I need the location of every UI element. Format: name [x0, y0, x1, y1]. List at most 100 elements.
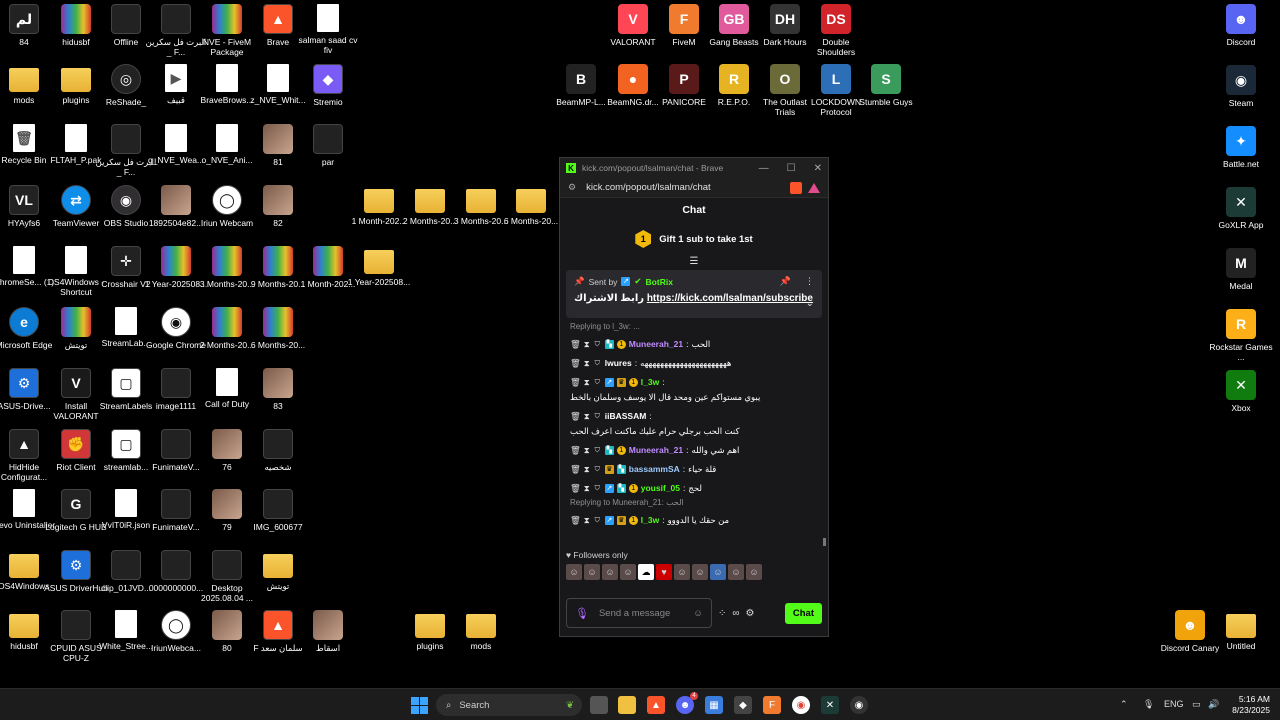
brave-rewards-icon[interactable]	[808, 182, 820, 193]
gear-icon[interactable]: ⚙	[746, 608, 755, 619]
chat-username[interactable]: l_3w	[641, 376, 659, 388]
desktop-icon[interactable]: 83	[250, 368, 306, 411]
timeout-icon[interactable]: ⧗	[584, 482, 590, 494]
chevron-down-icon[interactable]: ⌄	[806, 298, 814, 309]
chat-message[interactable]: 🗑 ⧗ ⛉ ↗ ▚ 1 yousif_05: لحج	[570, 482, 818, 494]
delete-icon[interactable]: 🗑	[570, 514, 581, 526]
timeout-icon[interactable]: ⧗	[584, 410, 590, 422]
app-icon[interactable]: ◆	[734, 696, 752, 714]
app-shortcut[interactable]: ☻ Discord	[1213, 4, 1269, 47]
unpin-icon[interactable]: 📌	[780, 276, 791, 287]
desktop-icon[interactable]: ▲ HidHide Configurat...	[0, 429, 52, 482]
chat-message[interactable]: 🗑 ⧗ ⛉ ↗ ♛ 1 l_3w: يبوي مستواكم عين ومحد قال الا…	[570, 376, 818, 403]
url-text[interactable]: kick.com/popout/lsalman/chat	[586, 182, 711, 193]
emote-icon[interactable]: ♥	[656, 564, 672, 580]
microphone-icon[interactable]: 🎙	[575, 607, 589, 620]
delete-icon[interactable]: 🗑	[570, 357, 581, 369]
desktop-icon[interactable]: 6 Months-20...	[250, 307, 306, 350]
delete-icon[interactable]: 🗑	[570, 338, 581, 350]
chat-input-placeholder[interactable]: Send a message	[599, 608, 683, 619]
close-button[interactable]: ✕	[814, 163, 822, 174]
send-chat-button[interactable]: Chat	[784, 602, 822, 624]
desktop-icon[interactable]: ◆ Stremio	[300, 64, 356, 107]
delete-icon[interactable]: 🗑	[570, 410, 581, 422]
taskbar-search[interactable]: ⌕ Search ❦	[436, 694, 582, 716]
game-shortcut[interactable]: S Stumble Guys	[858, 64, 914, 107]
language-indicator[interactable]: ENG	[1164, 699, 1184, 709]
app-shortcut[interactable]: Untitled	[1213, 610, 1269, 651]
chevron-up-icon[interactable]: ⌃	[1120, 699, 1128, 710]
chat-message[interactable]: 🗑 ⧗ ⛉ lwures: ههههههههههههههههههههههه	[570, 357, 818, 369]
app-shortcut[interactable]: ✕ Xbox	[1213, 370, 1269, 413]
task-view-icon[interactable]	[590, 696, 608, 714]
address-bar[interactable]: ⚙ kick.com/popout/lsalman/chat	[560, 178, 828, 198]
chat-username[interactable]: l_3w	[641, 514, 659, 526]
timeout-icon[interactable]: ⧗	[584, 444, 590, 456]
desktop-folder[interactable]: 6 Months-20...	[503, 185, 559, 226]
discord-taskbar-icon[interactable]: ☻ 4	[676, 692, 698, 714]
chat-username[interactable]: yousif_05	[641, 482, 680, 494]
desktop-icon[interactable]: NVE - FiveM Package	[199, 4, 255, 57]
more-options-icon[interactable]: ⋮	[805, 276, 814, 287]
desktop-icon[interactable]: V Install VALORANT	[48, 368, 104, 421]
chat-message[interactable]: 🗑 ⧗ ⛉ iiBASSAM: كنت الحب برجلي حرام عليك ماك…	[570, 410, 818, 437]
obs-taskbar-icon[interactable]: ◉	[850, 696, 868, 714]
chat-scrollbar[interactable]	[823, 538, 826, 546]
delete-icon[interactable]: 🗑	[570, 376, 581, 388]
emote-icon[interactable]: ☺	[620, 564, 636, 580]
volume-icon[interactable]: 🔊	[1208, 699, 1219, 710]
start-button[interactable]	[410, 696, 428, 714]
desktop-folder[interactable]: mods	[453, 610, 509, 651]
emote-icon[interactable]: ☺	[584, 564, 600, 580]
timeout-icon[interactable]: ⧗	[584, 376, 590, 388]
delete-icon[interactable]: 🗑	[570, 482, 581, 494]
fivem-taskbar-icon[interactable]: F	[763, 696, 781, 714]
desktop-icon[interactable]: شخصيه	[250, 429, 306, 472]
emote-icon[interactable]: ☺	[692, 564, 708, 580]
emote-bar[interactable]: ☺ ☺ ☺ ☺ ☁ ♥ ☺ ☺ ☺ ☺ ☺	[566, 564, 822, 580]
timeout-icon[interactable]: ⧗	[584, 338, 590, 350]
pinned-author[interactable]: BotRix	[646, 277, 673, 287]
desktop-icon[interactable]: DS4Windows - Shortcut	[48, 246, 104, 297]
desktop-icon[interactable]: 1 Year-202508...	[348, 246, 410, 287]
emote-icon[interactable]: ☺	[728, 564, 744, 580]
emote-icon[interactable]: ☺	[674, 564, 690, 580]
desktop-icon[interactable]: salman saad cv fiv	[298, 4, 358, 55]
leaderboard-toggle-icon[interactable]: ☰	[560, 256, 828, 270]
window-titlebar[interactable]: K kick.com/popout/lsalman/chat - Brave —…	[560, 158, 828, 178]
network-icon[interactable]: ▭	[1192, 699, 1201, 710]
emote-icon[interactable]: ☺	[602, 564, 618, 580]
microphone-tray-icon[interactable]: 🎙	[1143, 699, 1154, 710]
app-shortcut[interactable]: R Rockstar Games ...	[1209, 309, 1273, 362]
maximize-button[interactable]: ☐	[787, 163, 796, 174]
desktop-icon[interactable]: اسقاط	[300, 610, 356, 653]
desktop-icon[interactable]: تويتش	[250, 550, 306, 591]
chat-username[interactable]: Muneerah_21	[629, 338, 683, 350]
chat-message[interactable]: 🗑 ⧗ ⛉ ▚ 1 Muneerah_21: اهم شي والله	[570, 444, 818, 456]
emote-icon[interactable]: ☁	[638, 564, 654, 580]
brave-shields-icon[interactable]	[790, 181, 802, 194]
file-explorer-icon[interactable]	[618, 696, 636, 714]
desktop-icon[interactable]: Desktop 2025.08.04 ...	[199, 550, 255, 603]
emote-icon[interactable]: ☺	[746, 564, 762, 580]
site-settings-icon[interactable]: ⚙	[568, 182, 576, 193]
desktop-icon[interactable]: IMG_600677	[250, 489, 306, 532]
goxlr-taskbar-icon[interactable]: ✕	[821, 696, 839, 714]
desktop-icon[interactable]: par	[300, 124, 356, 167]
pinned-message[interactable]: 📌 Sent by ↗ ✔ BotRix رابط الاشتراك https…	[566, 270, 822, 318]
timeout-icon[interactable]: ⧗	[584, 514, 590, 526]
app-shortcut[interactable]: ◉ Steam	[1213, 65, 1269, 108]
chat-username[interactable]: Muneerah_21	[629, 444, 683, 456]
clock[interactable]: 5:16 AM 8/23/2025	[1232, 694, 1270, 716]
subscribe-link[interactable]: https://kick.com/lsalman/subscribe	[647, 293, 813, 304]
chrome-taskbar-icon[interactable]: ◉	[792, 696, 810, 714]
store-icon[interactable]: ▦	[705, 696, 723, 714]
brave-taskbar-icon[interactable]: ▲	[647, 696, 665, 714]
game-shortcut[interactable]: DS Double Shoulders	[808, 4, 864, 57]
chat-message[interactable]: 🗑 ⧗ ⛉ ♛ ▚ bassammSA: قلة حياء	[570, 463, 818, 475]
desktop-icon[interactable]: البرت فل سكرين _ F...	[96, 124, 156, 177]
chat-username[interactable]: bassammSA	[629, 463, 680, 475]
gift-sub-banner[interactable]: 1 Gift 1 sub to take 1st	[560, 222, 828, 256]
delete-icon[interactable]: 🗑	[570, 463, 581, 475]
chat-username[interactable]: iiBASSAM	[605, 410, 647, 422]
